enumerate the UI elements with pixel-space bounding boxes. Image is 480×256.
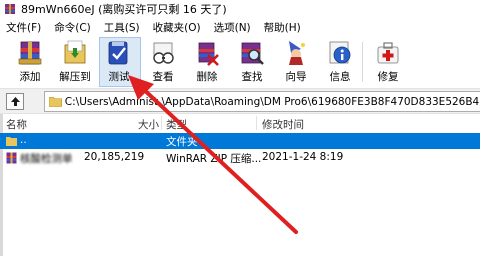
annotation-arrow (128, 75, 298, 234)
